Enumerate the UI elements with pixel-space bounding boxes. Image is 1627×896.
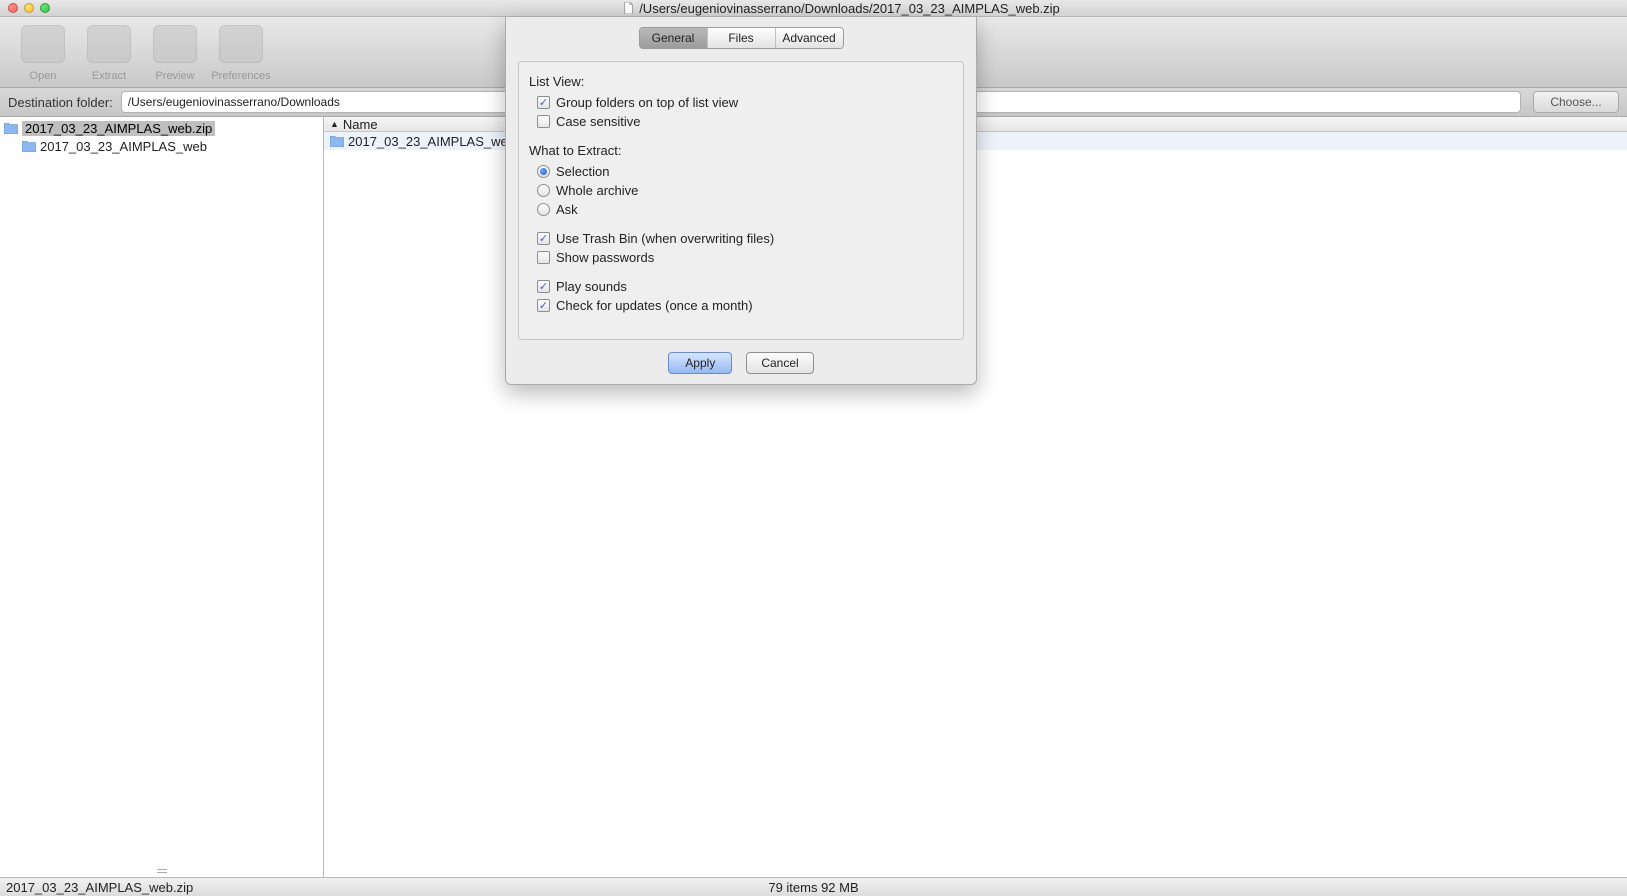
sort-ascending-icon: ▲	[330, 119, 339, 129]
toolbar-extract-label: Extract	[92, 70, 126, 82]
toolbar-open[interactable]: Open	[10, 17, 76, 82]
apply-button[interactable]: Apply	[668, 352, 732, 374]
window-minimize-button[interactable]	[24, 3, 34, 13]
document-icon	[623, 2, 635, 14]
tab-general[interactable]: General	[640, 28, 707, 48]
checkbox-label: Group folders on top of list view	[556, 95, 738, 110]
radio-whole-archive[interactable]: Whole archive	[529, 183, 953, 198]
tree-row[interactable]: 2017_03_23_AIMPLAS_web.zip	[0, 119, 323, 137]
checkbox-group-folders[interactable]: ✓ Group folders on top of list view	[529, 95, 953, 110]
checkbox-label: Use Trash Bin (when overwriting files)	[556, 231, 774, 246]
checkbox-icon	[537, 251, 550, 264]
extract-icon	[87, 25, 131, 63]
checkbox-icon	[537, 115, 550, 128]
status-center: 79 items 92 MB	[768, 880, 858, 895]
tab-files[interactable]: Files	[707, 28, 775, 48]
preferences-dialog: General Files Advanced List View: ✓ Grou…	[505, 17, 977, 385]
toolbar-preview[interactable]: Preview	[142, 17, 208, 82]
radio-icon	[537, 184, 550, 197]
radio-selection[interactable]: Selection	[529, 164, 953, 179]
preferences-tabs: General Files Advanced	[639, 27, 844, 49]
checkbox-icon: ✓	[537, 96, 550, 109]
status-left: 2017_03_23_AIMPLAS_web.zip	[6, 880, 193, 895]
sidebar-resize-handle[interactable]	[157, 869, 167, 873]
checkbox-play-sounds[interactable]: ✓ Play sounds	[529, 279, 953, 294]
radio-ask[interactable]: Ask	[529, 202, 953, 217]
radio-icon	[537, 203, 550, 216]
window-zoom-button[interactable]	[40, 3, 50, 13]
toolbar-preferences-label: Preferences	[211, 70, 270, 82]
window-title: /Users/eugeniovinasserrano/Downloads/201…	[639, 1, 1060, 16]
radio-icon	[537, 165, 550, 178]
checkbox-trash-bin[interactable]: ✓ Use Trash Bin (when overwriting files)	[529, 231, 953, 246]
radio-label: Selection	[556, 164, 609, 179]
cancel-button[interactable]: Cancel	[746, 352, 813, 374]
radio-label: Whole archive	[556, 183, 638, 198]
choose-button[interactable]: Choose...	[1533, 91, 1619, 113]
toolbar-extract[interactable]: Extract	[76, 17, 142, 82]
what-extract-section-label: What to Extract:	[529, 143, 953, 158]
folder-icon	[22, 141, 36, 152]
checkbox-icon: ✓	[537, 232, 550, 245]
tree-row-label: 2017_03_23_AIMPLAS_web.zip	[22, 121, 215, 136]
window-close-button[interactable]	[8, 3, 18, 13]
folder-icon	[4, 123, 18, 134]
folder-icon	[330, 136, 344, 147]
preview-icon	[153, 25, 197, 63]
list-view-section-label: List View:	[529, 74, 953, 89]
checkbox-label: Check for updates (once a month)	[556, 298, 753, 313]
checkbox-label: Show passwords	[556, 250, 654, 265]
dialog-buttons: Apply Cancel	[506, 352, 976, 374]
toolbar-preferences[interactable]: Preferences	[208, 17, 274, 82]
tab-advanced[interactable]: Advanced	[775, 28, 843, 48]
toolbar-preview-label: Preview	[155, 70, 194, 82]
checkbox-icon: ✓	[537, 299, 550, 312]
toolbar-open-label: Open	[30, 70, 57, 82]
sidebar: 2017_03_23_AIMPLAS_web.zip 2017_03_23_AI…	[0, 117, 324, 877]
tree-row-label: 2017_03_23_AIMPLAS_web	[40, 139, 207, 154]
checkbox-icon: ✓	[537, 280, 550, 293]
checkbox-label: Play sounds	[556, 279, 627, 294]
checkbox-check-updates[interactable]: ✓ Check for updates (once a month)	[529, 298, 953, 313]
tree-row[interactable]: 2017_03_23_AIMPLAS_web	[0, 137, 323, 155]
checkbox-label: Case sensitive	[556, 114, 641, 129]
checkbox-show-passwords[interactable]: Show passwords	[529, 250, 953, 265]
list-row-label: 2017_03_23_AIMPLAS_web	[348, 134, 515, 149]
status-bar: 2017_03_23_AIMPLAS_web.zip 79 items 92 M…	[0, 877, 1627, 896]
column-header-label: Name	[343, 117, 378, 132]
radio-label: Ask	[556, 202, 578, 217]
checkbox-case-sensitive[interactable]: Case sensitive	[529, 114, 953, 129]
destination-label: Destination folder:	[8, 95, 113, 110]
titlebar: /Users/eugeniovinasserrano/Downloads/201…	[0, 0, 1627, 17]
preferences-panel: List View: ✓ Group folders on top of lis…	[518, 61, 964, 340]
open-icon	[21, 25, 65, 63]
preferences-icon	[219, 25, 263, 63]
